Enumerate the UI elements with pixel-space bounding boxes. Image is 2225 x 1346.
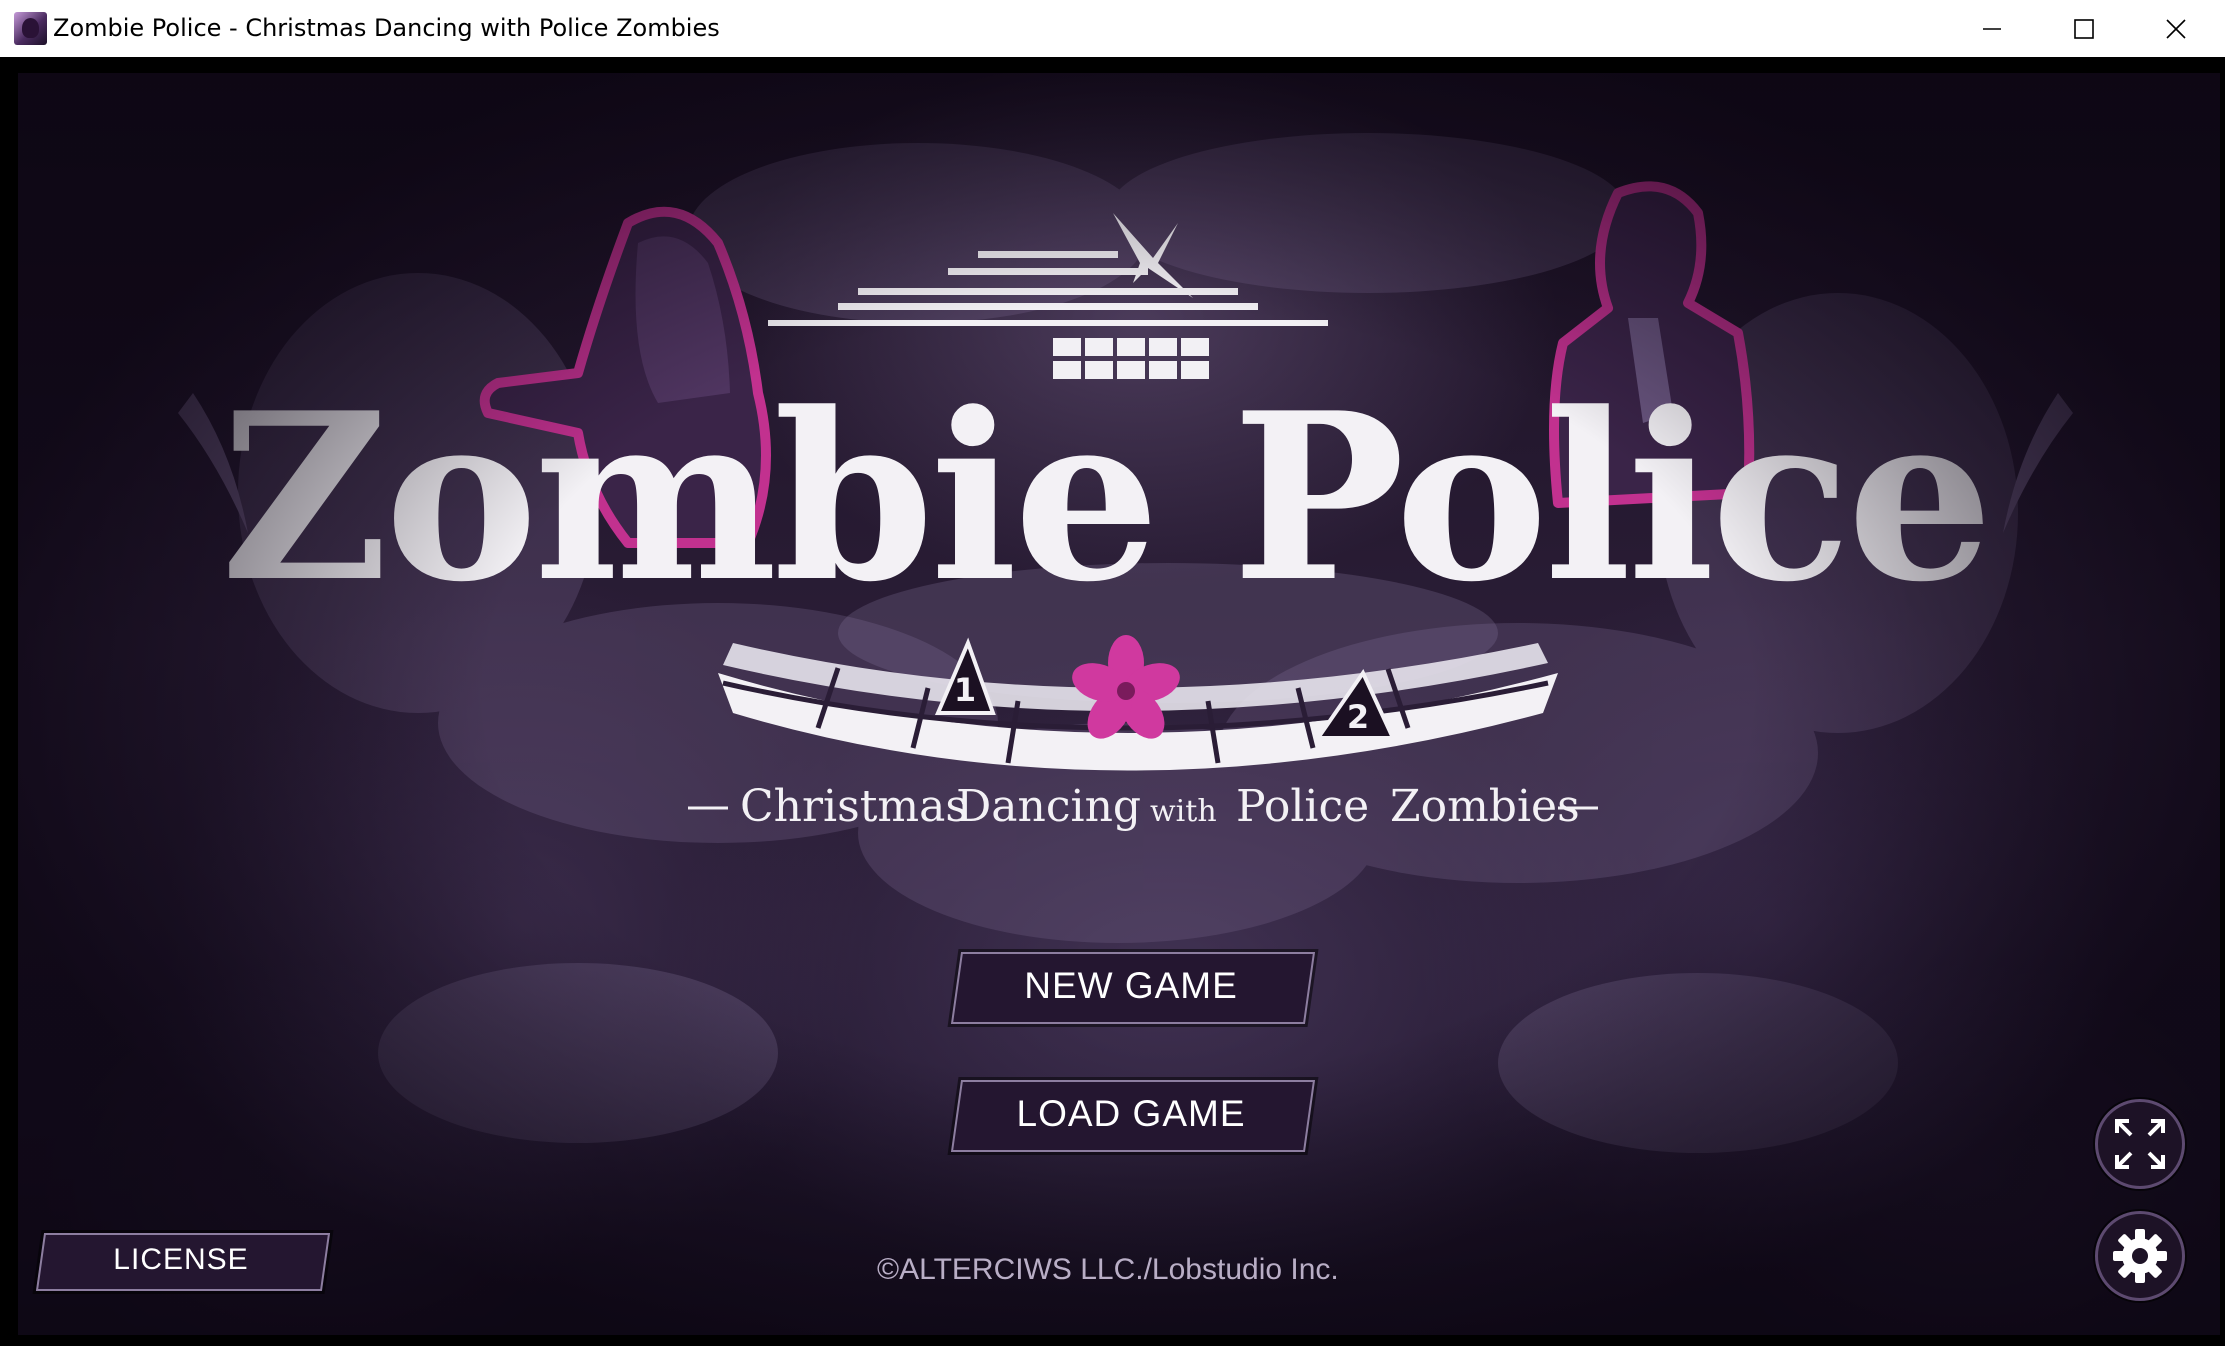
svg-text:1: 1 bbox=[954, 671, 976, 709]
svg-text:Christmas: Christmas bbox=[740, 781, 968, 832]
svg-text:with: with bbox=[1150, 794, 1217, 829]
svg-text:Dancing: Dancing bbox=[956, 781, 1141, 832]
copyright-text: ©ALTERCIWS LLC./Lobstudio Inc. bbox=[877, 1253, 1339, 1286]
settings-button[interactable] bbox=[2095, 1211, 2185, 1301]
minimize-icon bbox=[1983, 27, 2001, 30]
load-game-button[interactable]: LOAD GAME bbox=[950, 1080, 1316, 1152]
svg-text:Zombies: Zombies bbox=[1390, 781, 1580, 832]
svg-text:2: 2 bbox=[1347, 698, 1369, 736]
window-title: Zombie Police - Christmas Dancing with P… bbox=[53, 14, 720, 42]
close-button[interactable] bbox=[2130, 0, 2222, 57]
window-title-bar: Zombie Police - Christmas Dancing with P… bbox=[0, 0, 2225, 57]
load-game-label: LOAD GAME bbox=[1016, 1093, 1246, 1134]
fullscreen-button[interactable] bbox=[2095, 1099, 2185, 1189]
maximize-button[interactable] bbox=[2038, 0, 2130, 57]
logo-title: Zombie Police bbox=[221, 363, 1990, 633]
license-label: LICENSE bbox=[113, 1243, 249, 1276]
fullscreen-icon bbox=[2115, 1119, 2165, 1169]
minimize-button[interactable] bbox=[1946, 0, 2038, 57]
license-button[interactable]: LICENSE bbox=[35, 1233, 331, 1291]
new-game-button[interactable]: NEW GAME bbox=[950, 952, 1316, 1024]
app-icon bbox=[14, 12, 47, 45]
new-game-label: NEW GAME bbox=[1024, 965, 1238, 1006]
maximize-icon bbox=[2074, 18, 2094, 39]
svg-text:Police: Police bbox=[1236, 781, 1369, 832]
gear-icon bbox=[2113, 1229, 2167, 1283]
game-viewport: Zombie Police 1 2 Christmas Dancing with… bbox=[3, 57, 2222, 1343]
close-icon bbox=[2166, 18, 2186, 39]
